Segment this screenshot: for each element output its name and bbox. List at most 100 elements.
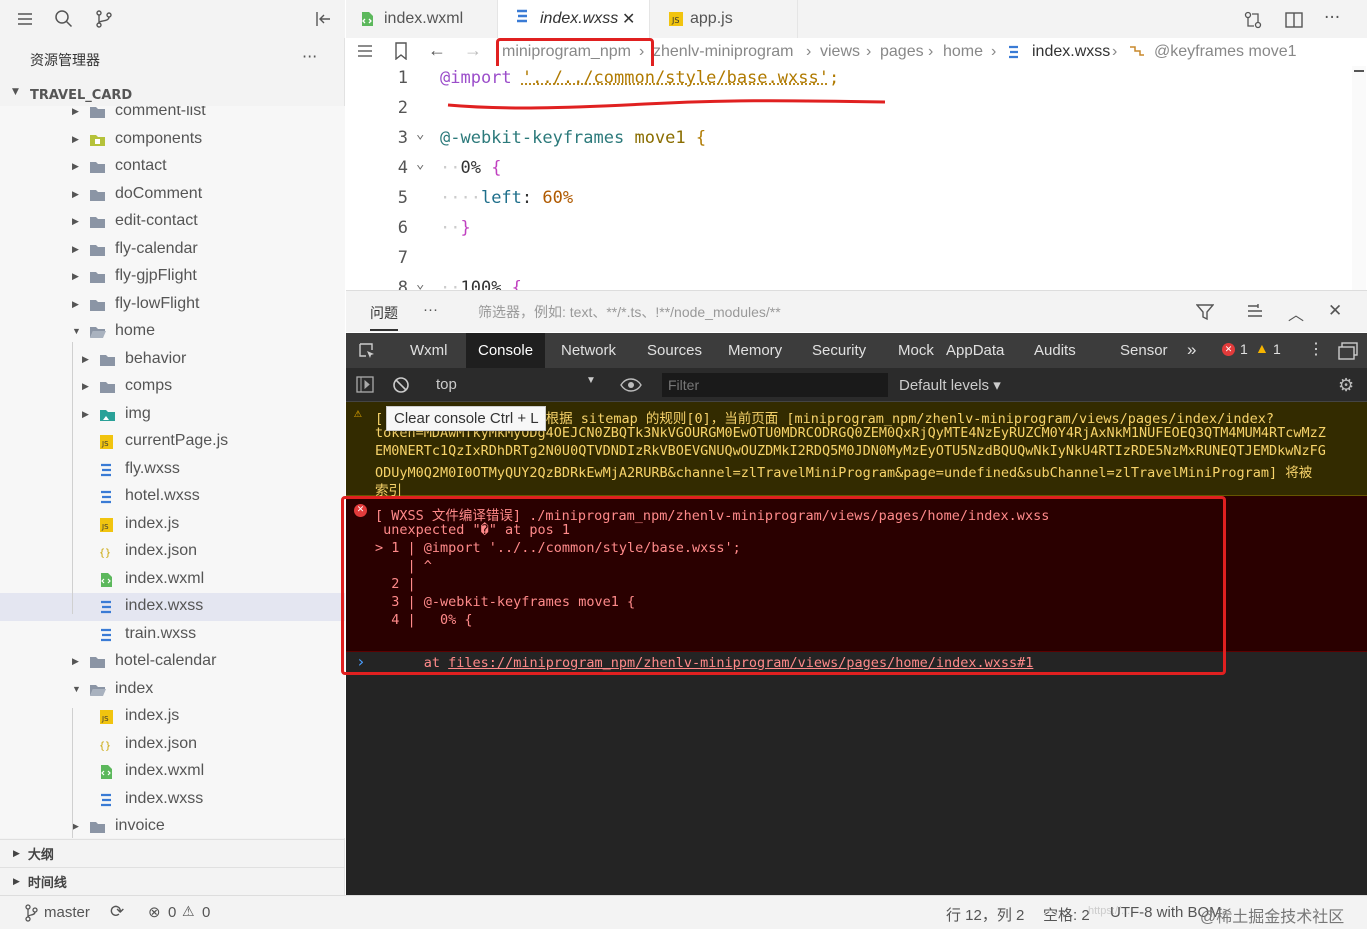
tree-item-label: index.js	[125, 707, 180, 724]
tree-folder[interactable]: ▼ home	[0, 318, 345, 346]
tab-index-wxss[interactable]: index.wxss ✕	[498, 0, 650, 38]
wxss-file-icon	[1007, 44, 1021, 60]
tree-file[interactable]: index.wxss	[0, 593, 345, 621]
devtools-tab-sources[interactable]: Sources	[635, 333, 714, 368]
tree-folder[interactable]: ▶ doComment	[0, 181, 345, 209]
breadcrumb-item[interactable]: pages	[880, 43, 924, 61]
source-control-icon[interactable]	[94, 9, 114, 29]
devtools-menu-icon[interactable]: ⋮	[1308, 339, 1324, 359]
dock-side-icon[interactable]	[1338, 342, 1358, 360]
tree-file[interactable]: index.wxml	[0, 566, 345, 594]
tree-file[interactable]: {} index.json	[0, 538, 345, 566]
tab-problems[interactable]: 问题	[370, 303, 398, 331]
tab-app-js[interactable]: JS app.js	[650, 0, 798, 38]
maximize-panel-icon[interactable]: ︿	[1288, 301, 1304, 325]
svg-text:JS: JS	[101, 523, 109, 531]
context-select[interactable]: top	[436, 376, 457, 393]
filter-icon[interactable]	[1196, 303, 1214, 321]
close-icon[interactable]: ✕	[622, 9, 635, 29]
tree-file[interactable]: index.wxml	[0, 758, 345, 786]
tree-file[interactable]: fly.wxss	[0, 456, 345, 484]
log-levels-select[interactable]: Default levels ▾	[899, 376, 1001, 394]
sidebar-toggle-icon[interactable]	[356, 376, 374, 393]
cursor-position[interactable]: 行 12，列 2	[946, 904, 1024, 925]
error-status-count[interactable]: 0	[168, 904, 176, 921]
outline-section[interactable]: ▶ 大纲	[0, 839, 345, 867]
project-header[interactable]: ▼ TRAVEL_CARD	[0, 84, 345, 106]
tab-index-wxml[interactable]: index.wxml	[346, 0, 498, 38]
forward-arrow-icon[interactable]: →	[464, 40, 482, 61]
devtools-tab-network[interactable]: Network	[549, 333, 628, 368]
more-tabs-icon[interactable]: »	[1187, 340, 1196, 360]
js-file-icon: JS	[99, 710, 115, 724]
devtools-tab-appdata[interactable]: AppData	[934, 333, 1016, 368]
compare-icon[interactable]	[1243, 10, 1263, 30]
tree-folder[interactable]: ▶ components	[0, 126, 345, 154]
tree-folder[interactable]: ▶ comment-list	[0, 106, 345, 126]
tree-file[interactable]: JS index.js	[0, 511, 345, 539]
tree-folder[interactable]: ▶ fly-calendar	[0, 236, 345, 264]
timeline-section[interactable]: ▶ 时间线	[0, 867, 345, 895]
sync-icon[interactable]: ⟳	[110, 902, 124, 922]
close-panel-icon[interactable]: ✕	[1328, 301, 1342, 321]
console-filter-input[interactable]: Filter	[662, 373, 888, 397]
code-line: @import '../../common/style/base.wxss';	[440, 68, 840, 88]
inspect-element-icon[interactable]	[358, 342, 376, 360]
breadcrumb-item[interactable]: home	[943, 43, 983, 61]
tree-item-label: index.wxml	[125, 569, 205, 587]
devtools-tab-console[interactable]: Console	[466, 333, 546, 368]
warning-count[interactable]: 1	[1273, 341, 1281, 357]
gear-icon[interactable]: ⚙	[1338, 375, 1354, 396]
fold-chevron-icon[interactable]: ⌄	[416, 156, 424, 172]
explorer-more-button[interactable]: ···	[302, 47, 317, 66]
devtools-tab-security[interactable]: Security	[800, 333, 878, 368]
warning-status-count[interactable]: 0	[202, 904, 210, 921]
list-icon[interactable]	[356, 43, 374, 59]
tree-file[interactable]: {} index.json	[0, 731, 345, 759]
back-arrow-icon[interactable]: ←	[428, 40, 446, 61]
live-expression-eye-icon[interactable]	[620, 377, 642, 393]
fold-chevron-icon[interactable]: ⌄	[416, 276, 424, 290]
tree-file[interactable]: index.wxss	[0, 786, 345, 814]
tree-file[interactable]: train.wxss	[0, 621, 345, 649]
collapse-sidebar-icon[interactable]	[314, 9, 334, 29]
js-file-icon: JS	[99, 517, 115, 532]
tree-folder[interactable]: ▶ img	[0, 401, 345, 429]
error-count[interactable]: 1	[1240, 341, 1248, 357]
breadcrumb-item[interactable]: views	[820, 43, 860, 61]
more-button[interactable]: ···	[423, 301, 438, 318]
devtools-tab-audits[interactable]: Audits	[1022, 333, 1088, 368]
tree-file[interactable]: hotel.wxss	[0, 483, 345, 511]
editor-scrollbar[interactable]	[1352, 66, 1366, 290]
breadcrumb-item[interactable]: @keyframes move1	[1154, 43, 1297, 61]
tree-file[interactable]: JS index.js	[0, 703, 345, 731]
menu-icon[interactable]	[15, 9, 35, 29]
tree-folder[interactable]: ▶ fly-gjpFlight	[0, 263, 345, 291]
tree-folder[interactable]: ▶ hotel-calendar	[0, 648, 345, 676]
search-icon[interactable]	[54, 9, 74, 29]
split-editor-icon[interactable]	[1284, 10, 1304, 30]
devtools-tab-memory[interactable]: Memory	[716, 333, 794, 368]
tree-folder[interactable]: ▶ comps	[0, 373, 345, 401]
branch-name[interactable]: master	[44, 904, 90, 921]
tree-folder[interactable]: ▼ index	[0, 676, 345, 704]
breadcrumb-item[interactable]: index.wxss	[1032, 43, 1110, 61]
tree-folder[interactable]: ▶ edit-contact	[0, 208, 345, 236]
tree-folder[interactable]: ▶ invoice	[0, 813, 345, 838]
devtools-tab-sensor[interactable]: Sensor	[1108, 333, 1180, 368]
breadcrumb-item[interactable]: zhenlv-miniprogram	[653, 43, 794, 61]
problems-filter-input[interactable]: 筛选器，例如: text、**/*.ts、!**/node_modules/**	[474, 297, 1189, 327]
tree-folder[interactable]: ▶ fly-lowFlight	[0, 291, 345, 319]
clear-console-icon[interactable]	[392, 376, 410, 394]
fold-chevron-icon[interactable]: ⌄	[416, 126, 424, 142]
bookmark-icon[interactable]	[394, 42, 408, 60]
tree-folder[interactable]: ▶ contact	[0, 153, 345, 181]
indentation[interactable]: 空格: 2	[1043, 904, 1090, 925]
devtools-tab-wxml[interactable]: Wxml	[398, 333, 460, 368]
tree-folder[interactable]: ▶ behavior	[0, 346, 345, 374]
chevron-right-icon: ▶	[72, 656, 79, 666]
tree-file[interactable]: JS currentPage.js	[0, 428, 345, 456]
more-actions-icon[interactable]: ···	[1324, 8, 1340, 28]
tree-item-label: index.wxss	[125, 597, 204, 614]
collapse-all-icon[interactable]	[1246, 303, 1264, 321]
